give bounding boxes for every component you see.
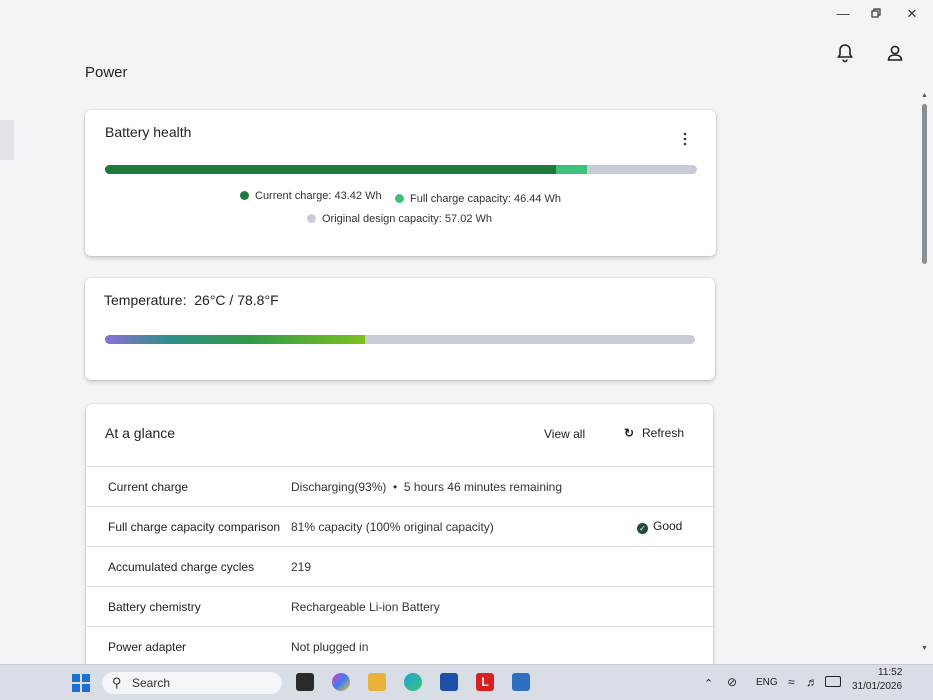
show-hidden-icons-icon[interactable]: ⌃ bbox=[704, 677, 713, 690]
current-charge-fill bbox=[105, 165, 556, 174]
refresh-icon: ↻ bbox=[624, 426, 635, 440]
title-bar: — ✕ bbox=[0, 0, 933, 28]
temperature-fill bbox=[105, 335, 365, 344]
edge-browser-icon[interactable] bbox=[404, 673, 422, 691]
glance-row-capacity-comparison: Full charge capacity comparison 81% capa… bbox=[86, 506, 713, 546]
minimize-icon[interactable]: — bbox=[830, 4, 856, 24]
scroll-down-icon[interactable]: ▼ bbox=[921, 645, 928, 652]
bell-icon[interactable] bbox=[834, 42, 858, 66]
nav-edge bbox=[0, 120, 14, 160]
start-windows-icon[interactable] bbox=[72, 674, 90, 692]
legend-design-capacity: Original design capacity: 57.02 Wh bbox=[307, 213, 492, 225]
clock-time[interactable]: 11:52 bbox=[878, 667, 902, 678]
restore-icon[interactable] bbox=[863, 4, 889, 24]
more-vertical-icon[interactable] bbox=[679, 132, 691, 146]
temperature-title: Temperature: 26°C / 78.8°F bbox=[104, 292, 279, 308]
language-indicator[interactable]: ENG bbox=[756, 677, 778, 688]
wifi-icon[interactable]: ≈ bbox=[788, 675, 795, 689]
taskbar: ⚲ Search L ⌃ ⊘ ENG ≈ ♬ 11:52 31/01/2026 bbox=[0, 664, 933, 700]
lenovo-vantage-icon[interactable]: L bbox=[476, 673, 494, 691]
copilot-icon[interactable] bbox=[332, 673, 350, 691]
view-all-button[interactable]: View all bbox=[544, 427, 585, 441]
legend-current-charge: Current charge: 43.42 Wh bbox=[240, 190, 382, 202]
search-icon: ⚲ bbox=[112, 675, 122, 690]
temperature-card: Temperature: 26°C / 78.8°F bbox=[85, 278, 715, 380]
page-title: Power bbox=[85, 64, 128, 81]
battery-health-card: Battery health Current charge: 43.42 Wh … bbox=[85, 110, 716, 256]
battery-health-title: Battery health bbox=[105, 124, 192, 140]
design-capacity-dot bbox=[307, 214, 316, 223]
taskbar-search[interactable]: ⚲ Search bbox=[102, 672, 282, 694]
good-status-badge: ✓ Good bbox=[637, 519, 682, 534]
current-charge-dot bbox=[240, 191, 249, 200]
close-icon[interactable]: ✕ bbox=[899, 4, 925, 24]
file-explorer-icon[interactable] bbox=[368, 673, 386, 691]
at-a-glance-card: At a glance View all ↻ Refresh Current ch… bbox=[86, 404, 713, 674]
scroll-up-icon[interactable]: ▲ bbox=[921, 92, 928, 99]
refresh-button[interactable]: ↻ Refresh bbox=[624, 426, 684, 440]
scrollbar-thumb[interactable] bbox=[922, 104, 927, 264]
app-window: — ✕ Power Battery health Current charge:… bbox=[0, 0, 933, 674]
volume-icon[interactable]: ♬ bbox=[806, 675, 818, 689]
notifications-off-icon[interactable]: ⊘ bbox=[727, 675, 737, 689]
glance-row-power-adapter: Power adapter Not plugged in bbox=[86, 626, 713, 666]
glance-row-charge-cycles: Accumulated charge cycles 219 bbox=[86, 546, 713, 586]
glance-row-battery-chemistry: Battery chemistry Rechargeable Li-ion Ba… bbox=[86, 586, 713, 626]
legend-full-charge: Full charge capacity: 46.44 Wh bbox=[395, 193, 561, 205]
check-circle-icon: ✓ bbox=[637, 523, 648, 534]
vertical-scrollbar[interactable]: ▲ ▼ bbox=[921, 92, 928, 652]
glance-row-current-charge: Current charge Discharging(93%) • 5 hour… bbox=[86, 466, 713, 506]
store-icon[interactable] bbox=[440, 673, 458, 691]
battery-capacity-bar bbox=[105, 165, 697, 174]
at-a-glance-title: At a glance bbox=[105, 425, 176, 441]
clock-date[interactable]: 31/01/2026 bbox=[852, 681, 902, 692]
taskview-app-icon[interactable] bbox=[296, 673, 314, 691]
full-charge-dot bbox=[395, 194, 404, 203]
battery-icon[interactable] bbox=[825, 676, 841, 687]
pinned-app-icon[interactable] bbox=[512, 673, 530, 691]
temperature-bar bbox=[105, 335, 695, 344]
user-icon[interactable] bbox=[884, 42, 908, 66]
